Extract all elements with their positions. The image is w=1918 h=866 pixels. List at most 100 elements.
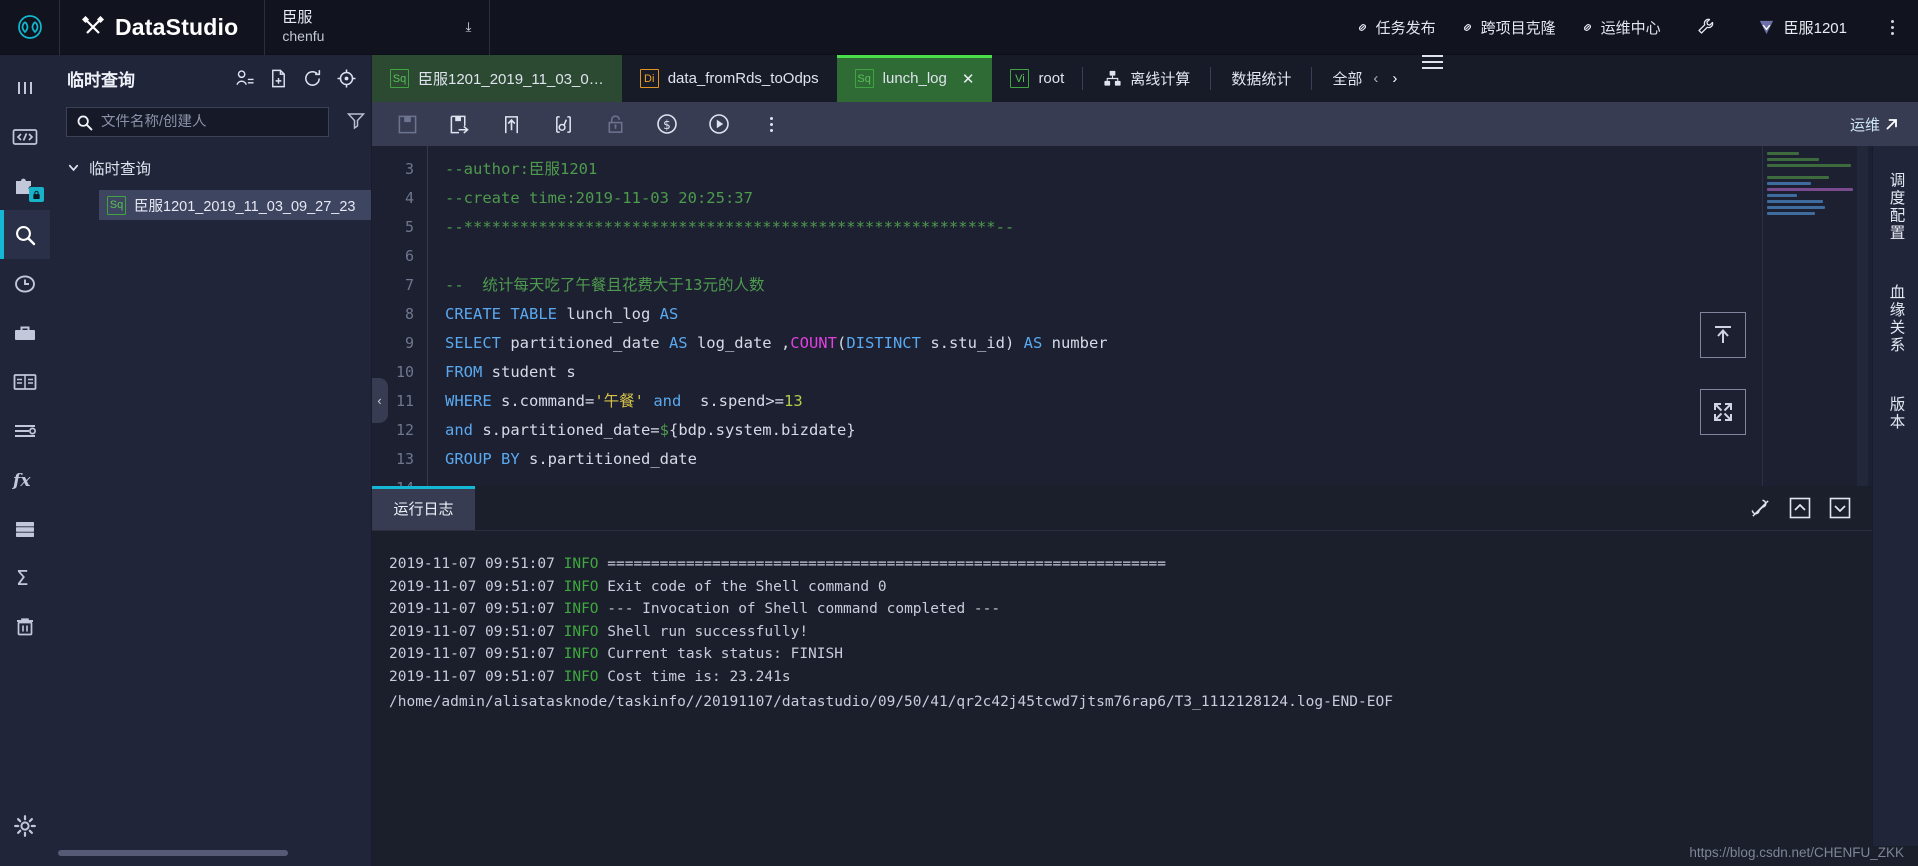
code-token: log_date ,: [696, 334, 791, 352]
code-vertical-scrollbar[interactable]: [1857, 146, 1868, 486]
code-token: s.command=: [501, 392, 595, 410]
scroll-down-button[interactable]: [1820, 486, 1860, 530]
locate-icon: [337, 69, 355, 88]
tab-root[interactable]: Vi root: [992, 55, 1082, 102]
sidebar-item-adhoc-query[interactable]: [0, 210, 50, 259]
log-timestamp: 2019-11-07 09:51:07: [389, 601, 564, 617]
save-as-button[interactable]: [446, 111, 472, 137]
log-message: Exit code of the Shell command 0: [598, 578, 887, 595]
code-token: $: [659, 421, 669, 439]
top-link-clone[interactable]: 跨项目克隆: [1460, 17, 1556, 38]
sidebar-item-table[interactable]: [0, 357, 50, 406]
new-file-button[interactable]: [265, 66, 291, 92]
log-tab-spacer: [475, 486, 1740, 530]
tab-action-label: 数据统计: [1231, 71, 1292, 88]
hamburger-icon[interactable]: [1404, 55, 1461, 102]
tab-action-all[interactable]: 全部: [1312, 55, 1366, 102]
sidebar-item-database[interactable]: [0, 504, 50, 553]
sidebar-item-settings[interactable]: [0, 801, 50, 850]
log-output[interactable]: 2019-11-07 09:51:07 INFO ===============…: [372, 531, 1872, 846]
sidebar-item-history[interactable]: [0, 259, 50, 308]
sidebar-item-toolbox[interactable]: [0, 308, 50, 357]
tab-run-log[interactable]: 运行日志: [372, 486, 475, 530]
close-icon[interactable]: ✕: [962, 70, 975, 88]
right-rail-lineage[interactable]: 血缘关系: [1885, 284, 1907, 354]
cost-estimate-button[interactable]: $: [654, 111, 680, 137]
brand-block[interactable]: DataStudio: [60, 0, 266, 55]
kebab-menu-icon[interactable]: [1871, 19, 1912, 35]
save-button[interactable]: [394, 111, 420, 137]
code-line: --author:臣服1201: [445, 155, 1872, 184]
code-lines[interactable]: --author:臣服1201 --create time:2019-11-03 …: [428, 146, 1872, 486]
tab-data-fromrds-toodps[interactable]: Di data_fromRds_toOdps: [622, 55, 837, 102]
tab-lunch-log[interactable]: Sq lunch_log ✕: [836, 55, 993, 102]
tree-node-root[interactable]: 临时查询: [50, 153, 371, 182]
code-brackets-icon: [12, 128, 38, 145]
sidebar-item-functions[interactable]: fx: [0, 455, 50, 504]
code-token: 13: [784, 392, 803, 410]
log-path-line: /home/admin/alisatasknode/taskinfo//2019…: [389, 694, 1393, 710]
top-link-ops[interactable]: 运维中心: [1580, 17, 1661, 38]
sidebar-item-resource-list[interactable]: [0, 406, 50, 455]
assign-owner-button[interactable]: [231, 66, 257, 92]
run-button[interactable]: [706, 111, 732, 137]
ops-link[interactable]: 运维: [1850, 114, 1918, 135]
run-with-key-button[interactable]: [550, 111, 576, 137]
more-button[interactable]: [758, 111, 784, 137]
search-box[interactable]: [66, 107, 329, 137]
sigma-icon: Σ: [16, 566, 29, 590]
file-panel-hscrollbar[interactable]: [58, 850, 288, 856]
tab-query-file[interactable]: Sq 臣服1201_2019_11_03_0…: [372, 55, 622, 102]
refresh-button[interactable]: [299, 66, 325, 92]
sidebar-item-panel-columns[interactable]: [0, 63, 50, 112]
sidebar-item-plugins[interactable]: [0, 161, 50, 210]
code-token: '午餐': [594, 392, 644, 410]
right-rail-version[interactable]: 版本: [1885, 396, 1907, 431]
tab-action-data-stats[interactable]: 数据统计: [1211, 55, 1311, 102]
gear-icon: [14, 814, 36, 837]
log-line: 2019-11-07 09:51:07 INFO ===============…: [389, 553, 1872, 576]
user-chip[interactable]: 臣服1201: [1751, 17, 1847, 38]
chevron-left-icon[interactable]: ‹: [1366, 55, 1385, 102]
clock-icon: [15, 274, 35, 293]
fullscreen-button[interactable]: [1700, 389, 1746, 435]
editor-and-rails: ‹ 3 4 5 6 7 8 9 10 11 12 13 --author:臣服1…: [372, 146, 1918, 846]
tools-button[interactable]: [1685, 16, 1727, 38]
sidebar-item-code-editor[interactable]: [0, 112, 50, 161]
code-token: GROUP BY: [445, 450, 529, 468]
code-token: --author:臣服1201: [445, 160, 598, 178]
scroll-top-button[interactable]: [1700, 312, 1746, 358]
pin-icon: [1751, 499, 1769, 517]
submit-button[interactable]: [498, 111, 524, 137]
scroll-up-button[interactable]: [1780, 486, 1820, 530]
project-selector[interactable]: 臣服 chenfu ⤓: [265, 0, 491, 55]
watermark-text: https://blog.csdn.net/CHENFU_ZKK: [1689, 845, 1904, 860]
code-token: WHERE: [445, 392, 501, 410]
search-input[interactable]: [101, 114, 319, 130]
filter-button[interactable]: [341, 110, 371, 130]
tree-leaf-query-file[interactable]: Sq 臣服1201_2019_11_03_09_27_23: [99, 190, 371, 220]
pin-log-button[interactable]: [1740, 486, 1780, 530]
right-rail-schedule-config[interactable]: 调度配置: [1885, 172, 1907, 242]
code-token: s.partitioned_date: [529, 450, 697, 468]
filter-icon: [346, 112, 366, 129]
lock-button[interactable]: [602, 111, 628, 137]
top-link-publish[interactable]: 任务发布: [1355, 17, 1436, 38]
sidebar-item-recycle-bin[interactable]: [0, 602, 50, 651]
chevron-right-icon[interactable]: ›: [1385, 55, 1404, 102]
save-icon: [398, 115, 416, 133]
sidebar-item-aggregate[interactable]: Σ: [0, 553, 50, 602]
left-icon-rail: fx Σ: [0, 55, 50, 866]
code-minimap[interactable]: [1762, 146, 1854, 486]
file-explorer-panel: 临时查询 文件名称/创建人 临时查询 Sq 臣服1201_2019_11_03_…: [50, 55, 372, 866]
app-logo[interactable]: [0, 0, 60, 55]
project-name: 臣服: [282, 8, 313, 26]
sql-code-editor[interactable]: ‹ 3 4 5 6 7 8 9 10 11 12 13 --author:臣服1…: [372, 146, 1872, 486]
tab-action-offline-compute[interactable]: 离线计算: [1083, 55, 1210, 102]
panel-collapse-handle[interactable]: ‹: [372, 378, 388, 423]
locate-current-button[interactable]: [333, 66, 359, 92]
brand-name: DataStudio: [115, 13, 239, 40]
tree-node-label: 临时查询: [89, 160, 152, 178]
